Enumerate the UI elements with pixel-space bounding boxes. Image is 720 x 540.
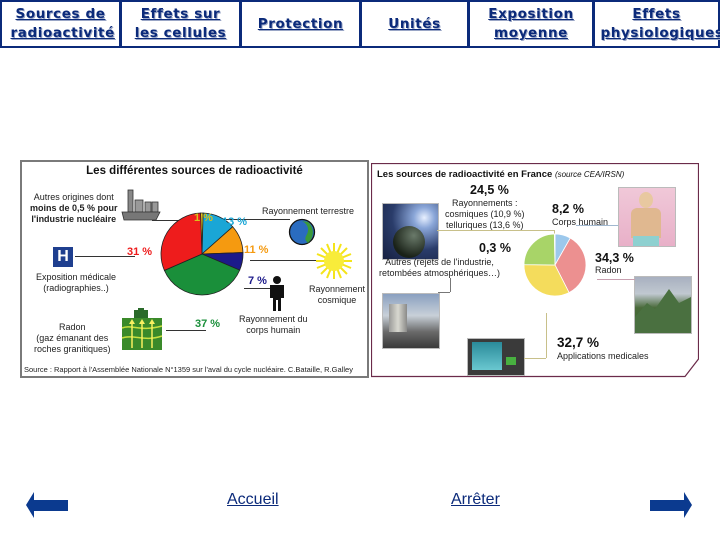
mountain-shape <box>635 289 691 333</box>
nav-cell-unites: Unités <box>360 0 468 48</box>
label-line: Rayonnements : <box>452 198 518 208</box>
pct-autres: 0,3 % <box>479 241 511 255</box>
nuclear-plant-photo <box>382 293 440 349</box>
pct-label-medicale: 31 % <box>127 246 153 258</box>
planet-shape <box>393 226 425 258</box>
pct-label-cosmique: 11 % <box>244 244 269 256</box>
label-line: roches granitiques) <box>34 344 111 354</box>
leader-line <box>524 358 546 359</box>
factory-icon <box>121 189 161 221</box>
label-medical: Applications medicales <box>557 351 649 361</box>
source-citation: Source : Rapport à l'Assemblée Nationale… <box>24 365 353 374</box>
nav-cell-effets-physio: Effets physiologiques <box>593 0 720 48</box>
label-corps-humain: Corps humain <box>552 217 609 227</box>
pie-slice-rayonnements-cosmiques-telluriques- <box>523 233 556 266</box>
human-body-photo <box>618 187 676 247</box>
screen-shape <box>472 342 502 370</box>
leader-line <box>597 279 635 280</box>
pct-radon: 34,3 % <box>595 251 634 265</box>
torso-shape <box>631 208 661 238</box>
nav-cell-effets-cellules: Effets sur les cellules <box>120 0 240 48</box>
nav-link-effets-physio[interactable]: Effets physiologiques <box>601 5 720 43</box>
hospital-icon: H <box>53 247 73 267</box>
right-figure-title: Les sources de radioactivité en France (… <box>377 169 624 180</box>
panel-shape <box>506 357 516 365</box>
label-line: l'industrie nucléaire <box>31 214 117 224</box>
pct-medical: 32,7 % <box>557 335 600 350</box>
label-rayonnements: Rayonnements : cosmiques (10,9 %) tellur… <box>445 198 525 231</box>
pct-label-radon: 37 % <box>195 318 221 330</box>
nav-link-unites[interactable]: Unités <box>388 15 440 34</box>
nav-link-protection[interactable]: Protection <box>258 15 343 34</box>
label-line: Rayonnement du <box>239 314 308 324</box>
title-text: Les sources de radioactivité en France <box>377 169 553 180</box>
earth-icon <box>288 218 316 246</box>
pie-chart-france <box>523 233 587 297</box>
leader-line <box>438 292 450 293</box>
pct-label-terrestre: 13 % <box>222 216 248 228</box>
pct-corps-humain: 8,2 % <box>552 202 584 216</box>
left-figure-title: Les différentes sources de radioactivité <box>86 165 303 177</box>
leader-line <box>250 260 322 261</box>
label-line: moins de 0,5 % pour <box>30 203 118 213</box>
nav-link-exposition[interactable]: Exposition moyenne <box>486 5 576 43</box>
label-exposition-medicale: Exposition médicale (radiographies..) <box>36 272 116 294</box>
label-line: Autres origines dont <box>33 192 114 202</box>
label-rayonnement-cosmique: Rayonnement cosmique <box>309 284 365 306</box>
title-source: (source CEA/IRSN) <box>554 170 625 179</box>
xray-machine-photo <box>467 338 525 376</box>
sun-icon <box>316 243 352 279</box>
pct-label-autres: 1 % <box>194 212 213 224</box>
leader-line <box>75 256 135 257</box>
radon-rock-icon <box>121 308 163 350</box>
label-line: cosmiques (10,9 %) <box>445 209 525 219</box>
leader-line <box>546 313 547 358</box>
label-autres: Autres (rejets de l'industrie, retombées… <box>379 257 500 279</box>
label-rayonnement-corps: Rayonnement du corps humain <box>239 314 308 336</box>
label-radon: Radon (gaz émanant des roches granitique… <box>34 322 111 355</box>
nav-cell-protection: Protection <box>240 0 360 48</box>
label-line: Radon <box>59 322 86 332</box>
label-line: Exposition médicale <box>36 272 117 282</box>
planet-photo <box>382 203 439 260</box>
label-line: telluriques (13,6 %) <box>446 220 524 230</box>
label-line: (radiographies..) <box>43 283 109 293</box>
nav-cell-sources: Sources de radioactivité <box>0 0 120 48</box>
label-line: Autres (rejets de l'industrie, <box>385 257 494 267</box>
leader-line <box>450 278 451 292</box>
label-rayonnement-terrestre: Rayonnement terrestre <box>262 206 355 216</box>
person-icon <box>270 276 284 311</box>
stop-link[interactable]: Arrêter <box>451 491 500 509</box>
nav-link-effets-cellules[interactable]: Effets sur les cellules <box>133 5 229 43</box>
right-figure: Les sources de radioactivité en France (… <box>371 163 699 378</box>
arrow-right-icon[interactable] <box>648 490 694 520</box>
label-line: corps humain <box>246 325 301 335</box>
left-figure: Les différentes sources de radioactivité… <box>20 160 369 378</box>
nav-cell-exposition: Exposition moyenne <box>468 0 593 48</box>
mountain-photo <box>634 276 692 334</box>
nav-link-sources[interactable]: Sources de radioactivité <box>11 5 115 43</box>
head-shape <box>639 192 653 208</box>
label-line: (gaz émanant des <box>36 333 109 343</box>
pct-label-corps: 7 % <box>248 275 267 287</box>
shorts-shape <box>633 236 659 246</box>
pct-rayonnements: 24,5 % <box>470 183 509 197</box>
home-link[interactable]: Accueil <box>227 491 279 509</box>
leader-line <box>166 330 206 331</box>
top-navigation: Sources de radioactivité Effets sur les … <box>0 0 720 48</box>
label-line: retombées atmosphériques…) <box>379 268 501 278</box>
label-radon: Radon <box>595 265 622 275</box>
arrow-left-icon[interactable] <box>24 490 70 520</box>
label-line: Rayonnement <box>309 284 366 294</box>
label-autres-origines: Autres origines dont moins de 0,5 % pour… <box>30 192 118 225</box>
label-line: cosmique <box>317 295 357 305</box>
cooling-tower-shape <box>389 304 407 332</box>
